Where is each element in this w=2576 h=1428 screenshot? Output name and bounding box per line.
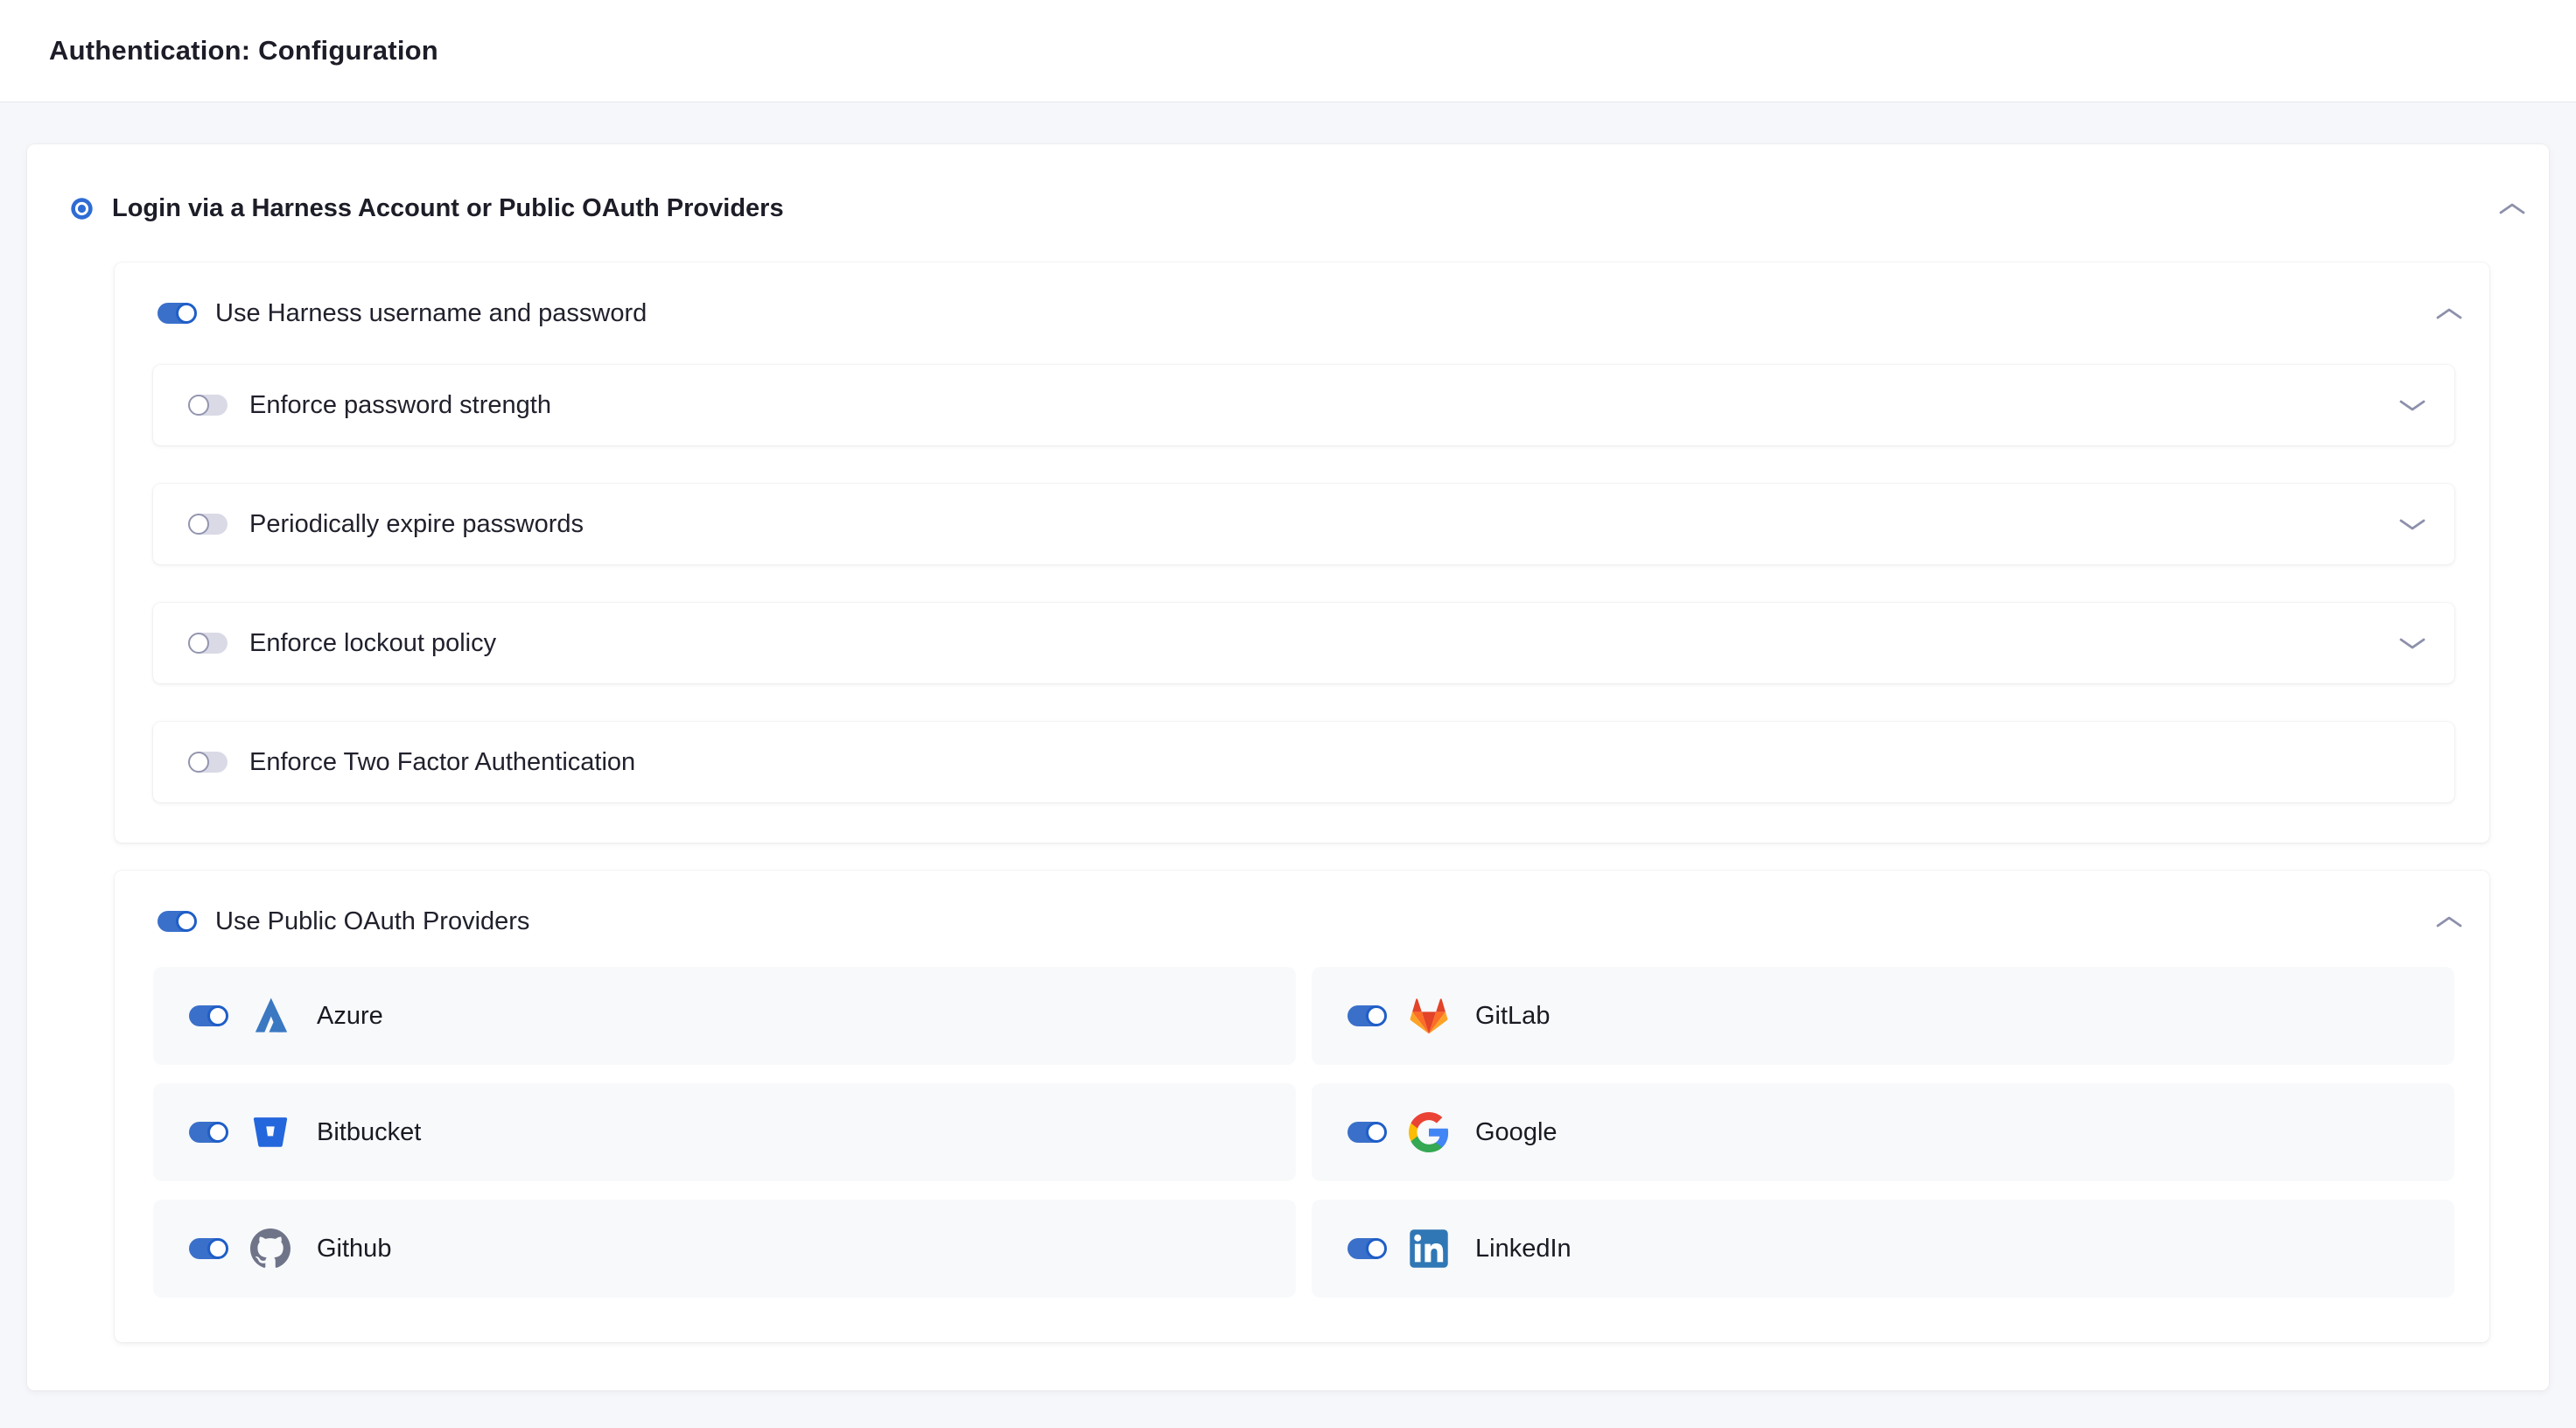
linkedin-toggle[interactable]	[1348, 1238, 1386, 1259]
enforce-lockout-policy-toggle[interactable]	[189, 633, 228, 654]
provider-row-linkedin[interactable]: LinkedIn	[1312, 1200, 2454, 1298]
azure-icon	[250, 996, 290, 1036]
provider-label: Google	[1475, 1118, 1558, 1147]
provider-label: LinkedIn	[1475, 1235, 1572, 1264]
public-oauth-providers-section: Use Public OAuth Providers Azure	[115, 871, 2489, 1342]
toggle-knob	[176, 911, 197, 932]
bitbucket-icon	[250, 1112, 290, 1152]
github-toggle[interactable]	[189, 1238, 228, 1259]
radio-selected-icon[interactable]	[70, 197, 94, 220]
chevron-down-icon	[2398, 398, 2426, 413]
policy-label: Enforce lockout policy	[249, 629, 496, 658]
github-icon	[250, 1228, 290, 1269]
policy-label: Enforce password strength	[249, 391, 551, 420]
top-bar: Authentication: Configuration	[0, 0, 2576, 102]
chevron-down-icon	[2398, 517, 2426, 532]
toggle-knob	[207, 1238, 228, 1259]
toggle-knob	[1366, 1005, 1387, 1026]
linkedin-icon	[1409, 1228, 1449, 1269]
section-label: Use Public OAuth Providers	[215, 907, 529, 936]
toggle-knob	[188, 752, 209, 773]
chevron-up-icon	[2498, 201, 2526, 216]
policy-label: Periodically expire passwords	[249, 510, 584, 539]
login-method-option[interactable]: Login via a Harness Account or Public OA…	[70, 194, 2526, 223]
provider-row-bitbucket[interactable]: Bitbucket	[153, 1083, 1296, 1181]
policy-row-expire-passwords[interactable]: Periodically expire passwords	[153, 484, 2454, 564]
collapse-harness-section-button[interactable]	[2435, 306, 2463, 321]
harness-username-password-section: Use Harness username and password Enforc…	[115, 262, 2489, 843]
policy-row-lockout-policy[interactable]: Enforce lockout policy	[153, 603, 2454, 683]
gitlab-icon	[1409, 996, 1449, 1036]
enforce-password-strength-toggle[interactable]	[189, 395, 228, 416]
periodically-expire-passwords-toggle[interactable]	[189, 514, 228, 535]
use-harness-username-password-toggle[interactable]	[158, 303, 196, 324]
toggle-knob	[1366, 1122, 1387, 1143]
login-method-label: Login via a Harness Account or Public OA…	[112, 194, 784, 223]
chevron-up-icon	[2435, 914, 2463, 929]
bitbucket-toggle[interactable]	[189, 1122, 228, 1143]
azure-toggle[interactable]	[189, 1005, 228, 1026]
provider-row-azure[interactable]: Azure	[153, 967, 1296, 1065]
toggle-knob	[1366, 1238, 1387, 1259]
policy-row-two-factor[interactable]: Enforce Two Factor Authentication	[153, 722, 2454, 802]
section-label: Use Harness username and password	[215, 299, 647, 328]
enforce-two-factor-toggle[interactable]	[189, 752, 228, 773]
toggle-knob	[188, 395, 209, 416]
toggle-knob	[188, 633, 209, 654]
policy-row-password-strength[interactable]: Enforce password strength	[153, 365, 2454, 445]
google-toggle[interactable]	[1348, 1122, 1386, 1143]
gitlab-toggle[interactable]	[1348, 1005, 1386, 1026]
expand-row-button[interactable]	[2398, 636, 2426, 651]
toggle-knob	[176, 303, 197, 324]
chevron-down-icon	[2398, 636, 2426, 651]
policy-label: Enforce Two Factor Authentication	[249, 748, 635, 777]
collapse-oauth-section-button[interactable]	[2435, 914, 2463, 929]
provider-label: Azure	[317, 1002, 383, 1031]
page-title: Authentication: Configuration	[49, 35, 438, 66]
provider-label: Github	[317, 1235, 391, 1264]
auth-configuration-card: Login via a Harness Account or Public OA…	[27, 144, 2549, 1390]
expand-row-button[interactable]	[2398, 517, 2426, 532]
provider-row-google[interactable]: Google	[1312, 1083, 2454, 1181]
toggle-knob	[207, 1005, 228, 1026]
toggle-knob	[188, 514, 209, 535]
collapse-section-button[interactable]	[2498, 201, 2526, 216]
provider-row-github[interactable]: Github	[153, 1200, 1296, 1298]
oauth-provider-grid: Azure GitLab	[153, 967, 2454, 1298]
provider-label: GitLab	[1475, 1002, 1550, 1031]
provider-label: Bitbucket	[317, 1118, 421, 1147]
toggle-knob	[207, 1122, 228, 1143]
expand-row-button[interactable]	[2398, 398, 2426, 413]
use-public-oauth-providers-toggle[interactable]	[158, 911, 196, 932]
chevron-up-icon	[2435, 306, 2463, 321]
provider-row-gitlab[interactable]: GitLab	[1312, 967, 2454, 1065]
google-icon	[1409, 1112, 1449, 1152]
